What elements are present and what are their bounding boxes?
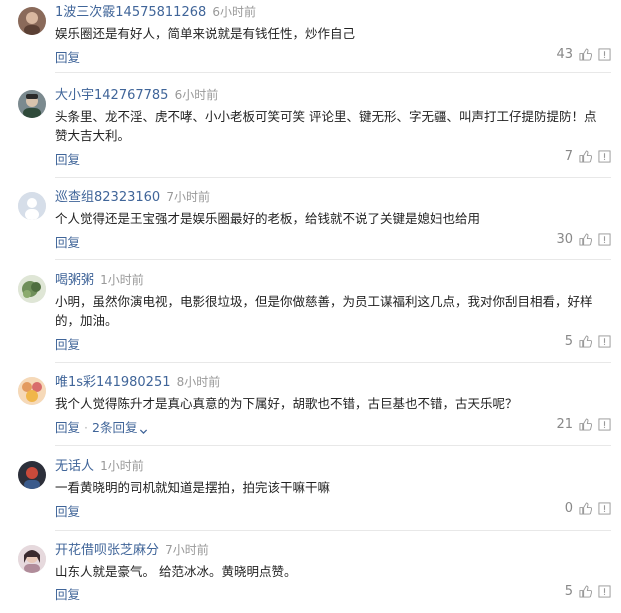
timestamp: 6小时前 [212, 5, 257, 19]
more-replies-label: 2条回复 [92, 420, 138, 435]
username[interactable]: 开花借呗张芝麻分 [55, 543, 159, 558]
comment-actions: 回复 [55, 149, 80, 168]
comment-actions: 回复 [55, 47, 80, 66]
timestamp: 1小时前 [100, 459, 144, 473]
report-icon[interactable] [598, 585, 611, 598]
comment-meta: 大小宇142767785 6小时前 [55, 87, 218, 104]
report-icon[interactable] [598, 502, 611, 515]
comment-text: 个人觉得还是王宝强才是娱乐圈最好的老板，给钱就不说了关键是媳妇也给用 [55, 211, 481, 226]
thumbs-up-icon[interactable] [579, 335, 592, 348]
divider [55, 259, 611, 260]
avatar[interactable] [18, 377, 46, 405]
report-icon[interactable] [598, 418, 611, 431]
reply-button[interactable]: 回复 [55, 587, 80, 602]
thumbs-up-icon[interactable] [579, 233, 592, 246]
comment-text: 山东人就是豪气。 给范冰冰。黄晓明点赞。 [55, 564, 297, 579]
like-count: 21 [556, 417, 573, 432]
comment-text: 我个人觉得陈升才是真心真意的为下属好，胡歌也不错，古巨基也不错，古天乐呢？ [55, 396, 518, 411]
report-icon[interactable] [598, 233, 611, 246]
like-count: 5 [564, 334, 573, 349]
divider [55, 445, 611, 446]
comment-meta: 巡查组82323160 7小时前 [55, 189, 210, 206]
comment-actions: 回复 [55, 334, 80, 353]
comment-item: 唯1s彩141980251 8小时前 我个人觉得陈升才是真心真意的为下属好，胡歌… [0, 372, 621, 452]
comment-stats: 7 [563, 149, 611, 164]
avatar[interactable] [18, 461, 46, 489]
avatar[interactable] [18, 192, 46, 220]
thumbs-up-icon[interactable] [579, 48, 592, 61]
comment-stats: 43 [556, 47, 611, 62]
reply-button[interactable]: 回复 [55, 420, 80, 435]
timestamp: 7小时前 [166, 190, 210, 204]
divider [55, 177, 611, 178]
avatar[interactable] [18, 545, 46, 573]
username[interactable]: 1波三次霰14575811268 [55, 5, 206, 20]
username[interactable]: 唯1s彩141980251 [55, 375, 170, 390]
username[interactable]: 大小宇142767785 [55, 88, 168, 103]
comment-actions: 回复 · 2条回复 [55, 417, 148, 436]
comment-item: 巡查组82323160 7小时前 个人觉得还是王宝强才是娱乐圈最好的老板，给钱就… [0, 187, 621, 267]
comment-meta: 唯1s彩141980251 8小时前 [55, 374, 220, 391]
comment-text: 娱乐圈还是有好人，简单来说就是有钱任性，炒作自己 [55, 26, 356, 41]
comment-stats: 30 [556, 232, 611, 247]
divider [55, 362, 611, 363]
thumbs-up-icon[interactable] [579, 150, 592, 163]
timestamp: 8小时前 [176, 375, 221, 389]
thumbs-up-icon[interactable] [579, 502, 592, 515]
avatar[interactable] [18, 90, 46, 118]
reply-button[interactable]: 回复 [55, 152, 80, 167]
comment-stats: 5 [563, 334, 611, 349]
reply-button[interactable]: 回复 [55, 337, 80, 352]
report-icon[interactable] [598, 335, 611, 348]
comment-text: 一看黄晓明的司机就知道是摆拍，拍完该干嘛干嘛 [55, 480, 331, 495]
username[interactable]: 巡查组82323160 [55, 190, 160, 205]
report-icon[interactable] [598, 48, 611, 61]
comment-text: 头条里、龙不淫、虎不哮、小小老板可笑可笑 评论里、键无形、字无疆、叫声打工仔提防… [55, 109, 597, 143]
comment-actions: 回复 [55, 232, 80, 251]
username[interactable]: 喝粥粥 [55, 273, 94, 288]
comment-meta: 1波三次霰14575811268 6小时前 [55, 4, 256, 21]
like-count: 7 [564, 149, 573, 164]
divider [55, 530, 611, 531]
like-count: 43 [556, 47, 573, 62]
timestamp: 6小时前 [174, 88, 219, 102]
comment-item: 开花借呗张芝麻分 7小时前 山东人就是豪气。 给范冰冰。黄晓明点赞。 回复 5 [0, 540, 621, 612]
avatar[interactable] [18, 7, 46, 35]
thumbs-up-icon[interactable] [579, 585, 592, 598]
separator-dot: · [84, 420, 88, 435]
comment-meta: 喝粥粥 1小时前 [55, 272, 144, 289]
comment-stats: 0 [563, 501, 611, 516]
comment-actions: 回复 [55, 584, 80, 603]
like-count: 0 [564, 501, 573, 516]
comment-meta: 无话人 1小时前 [55, 458, 144, 475]
like-count: 30 [556, 232, 573, 247]
timestamp: 1小时前 [100, 273, 144, 287]
report-icon[interactable] [598, 150, 611, 163]
comment-text: 小明，虽然你演电视，电影很垃圾，但是你做慈善，为员工谋福利这几点，我对你刮目相看… [55, 294, 593, 328]
reply-button[interactable]: 回复 [55, 235, 80, 250]
comment-meta: 开花借呗张芝麻分 7小时前 [55, 542, 209, 559]
more-replies-button[interactable]: 2条回复 [92, 420, 148, 435]
comment-actions: 回复 [55, 501, 80, 520]
reply-button[interactable]: 回复 [55, 504, 80, 519]
divider [55, 72, 611, 73]
comment-list: 1波三次霰14575811268 6小时前 娱乐圈还是有好人，简单来说就是有钱任… [0, 0, 621, 613]
comment-item: 1波三次霰14575811268 6小时前 娱乐圈还是有好人，简单来说就是有钱任… [0, 2, 621, 73]
like-count: 5 [564, 584, 573, 599]
username[interactable]: 无话人 [55, 459, 94, 474]
comment-stats: 5 [563, 584, 611, 599]
comment-stats: 21 [556, 417, 611, 432]
comment-item: 喝粥粥 1小时前 小明，虽然你演电视，电影很垃圾，但是你做慈善，为员工谋福利这几… [0, 270, 621, 370]
avatar[interactable] [18, 275, 46, 303]
thumbs-up-icon[interactable] [579, 418, 592, 431]
reply-button[interactable]: 回复 [55, 50, 80, 65]
comment-item: 无话人 1小时前 一看黄晓明的司机就知道是摆拍，拍完该干嘛干嘛 回复 0 [0, 456, 621, 536]
timestamp: 7小时前 [165, 543, 209, 557]
chevron-down-icon [139, 424, 148, 435]
comment-item: 大小宇142767785 6小时前 头条里、龙不淫、虎不哮、小小老板可笑可笑 评… [0, 85, 621, 185]
